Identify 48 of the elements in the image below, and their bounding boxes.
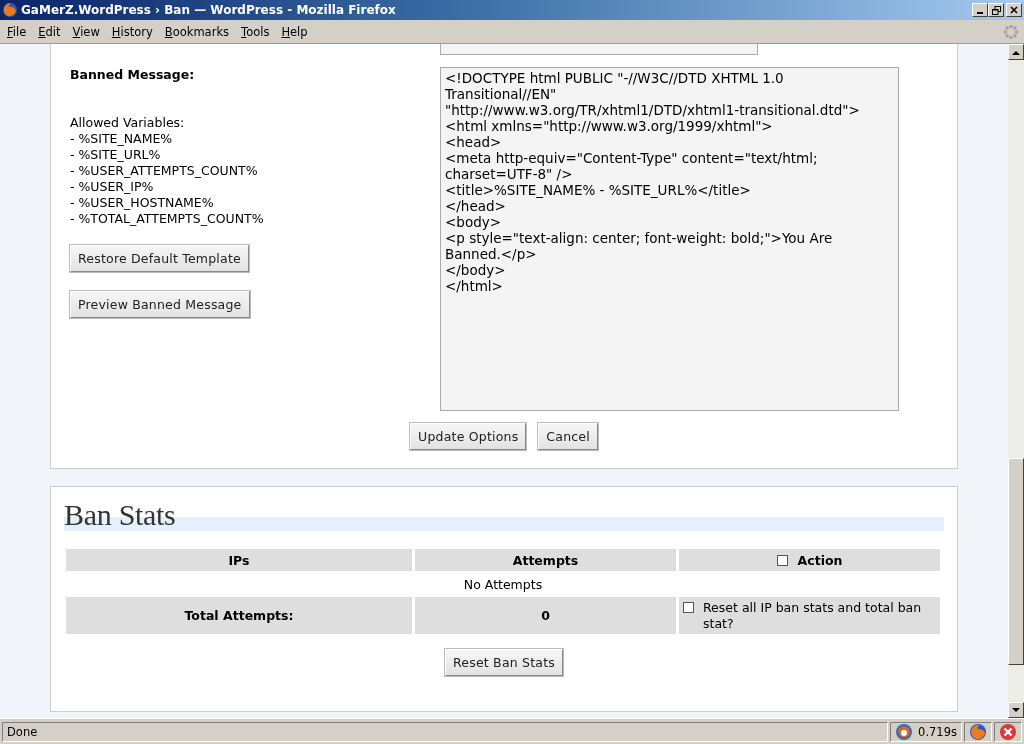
empty-message: No Attempts xyxy=(462,575,544,594)
column-header: Action xyxy=(797,552,843,568)
reset-checkbox[interactable] xyxy=(683,601,694,613)
menu-item[interactable]: File xyxy=(1,22,33,41)
scroll-up-icon[interactable] xyxy=(1012,49,1020,55)
total-value: 0 xyxy=(415,597,676,634)
column-header: Attempts xyxy=(415,549,676,571)
variable-item: - %SITE_NAME% xyxy=(70,131,174,147)
close-icon xyxy=(1010,6,1018,14)
menu-item[interactable]: History xyxy=(105,22,159,41)
reset-stats-button[interactable]: Reset Ban Stats xyxy=(445,649,563,676)
variable-item: - %USER_ATTEMPTS_COUNT% xyxy=(70,163,259,179)
update-options-button[interactable]: Update Options xyxy=(410,423,527,450)
menu-item[interactable]: View xyxy=(66,22,106,41)
menu-item[interactable]: Edit xyxy=(32,22,67,41)
select-all-checkbox[interactable] xyxy=(776,554,788,566)
firefox-icon xyxy=(2,2,18,18)
scrollbar[interactable] xyxy=(1008,44,1024,718)
status-text: Done xyxy=(7,724,38,739)
template-button[interactable]: Preview Banned Message xyxy=(70,291,250,318)
minimize-button[interactable] xyxy=(972,3,988,17)
throbber-icon xyxy=(1003,23,1019,40)
variable-item: - %SITE_URL% xyxy=(70,147,162,163)
variable-item: - %USER_IP% xyxy=(70,179,155,195)
section-title: Ban Stats xyxy=(64,499,176,531)
total-label: Total Attempts: xyxy=(66,597,412,634)
fox-icon xyxy=(895,722,914,741)
firefox-icon[interactable] xyxy=(969,722,987,741)
reset-label: Reset all IP ban stats and total ban stat? xyxy=(703,599,923,632)
stop-icon[interactable] xyxy=(999,722,1017,741)
timing-text: 0.719s xyxy=(918,724,957,739)
field-label: Banned Message: xyxy=(70,67,195,82)
window-title: GaMerZ.WordPress › Ban — WordPress - Mozilla Firefox xyxy=(21,3,397,17)
cancel-button[interactable]: Cancel xyxy=(538,423,598,450)
menu-item[interactable]: Bookmarks xyxy=(158,22,236,41)
variable-item: - %USER_HOSTNAME% xyxy=(70,195,215,211)
template-button[interactable]: Restore Default Template xyxy=(70,245,249,272)
variable-item: - %TOTAL_ATTEMPTS_COUNT% xyxy=(70,211,264,227)
template-field[interactable]: <!DOCTYPE html PUBLIC "-//W3C//DTD XHTML 1.0 Transitional//EN" "http://www.w3.org/TR/xhtml1/DTD/xhtml1-transitional.dtd"> <html xmlns="http://www.w3.org/1999/xhtml"> <head> <meta http-equiv="Content-Type" content="text/html; charset=UTF-8" /> <title>%SITE_NAME% - %SITE_URL%</title> </head> <body> <p style="text-align: center; font-weight: bold;">You Are Banned.</p> </body> </html> xyxy=(440,67,899,411)
menu-item[interactable]: Help xyxy=(275,22,314,41)
variables-title: Allowed Variables: xyxy=(70,115,186,131)
restore-icon xyxy=(991,5,1001,15)
scroll-down-icon[interactable] xyxy=(1012,707,1020,713)
column-header: IPs xyxy=(66,549,412,571)
text-field[interactable] xyxy=(440,44,758,55)
close-button[interactable] xyxy=(1006,3,1022,17)
restore-button[interactable] xyxy=(988,3,1004,17)
menu-item[interactable]: Tools xyxy=(235,22,276,41)
